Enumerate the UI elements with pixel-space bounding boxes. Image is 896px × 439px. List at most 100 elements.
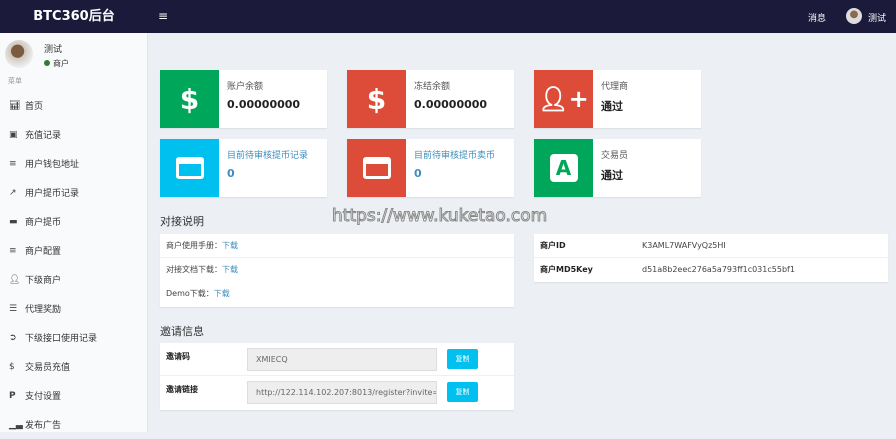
credit-card-icon: ▬ bbox=[9, 216, 18, 227]
top-header: BTC360后台 ≡ 消息 测试 bbox=[0, 0, 896, 33]
bar-chart-icon: 📊︎ bbox=[9, 100, 21, 111]
sidebar-item-recharge-records[interactable]: ▣ 充值记录 bbox=[0, 120, 148, 149]
sidebar-item-agent-rewards[interactable]: ☰ 代理奖励 bbox=[0, 294, 148, 323]
key-value: K3AML7WAFVyQz5HI bbox=[642, 241, 726, 250]
copy-link-button[interactable]: 复制 bbox=[447, 382, 478, 402]
sidebar-item-label: 商户提币 bbox=[25, 218, 62, 228]
arrow-circle-icon: ➲ bbox=[9, 332, 17, 343]
key-label: 商户ID bbox=[540, 241, 566, 250]
card-value: 0 bbox=[414, 167, 422, 180]
watermark: https://www.kuketao.com bbox=[331, 206, 548, 227]
card-label: 代理商 bbox=[601, 82, 629, 92]
doc-label: 商户使用手册： bbox=[166, 241, 222, 250]
letter-a-icon: A bbox=[534, 139, 593, 197]
card-value: 通过 bbox=[601, 100, 623, 113]
messages-link[interactable]: 消息 bbox=[808, 11, 826, 24]
sidebar-item-label: 充值记录 bbox=[25, 131, 62, 141]
copy-code-button[interactable]: 复制 bbox=[447, 349, 478, 369]
download-link[interactable]: 下载 bbox=[222, 241, 238, 250]
paypal-icon: P bbox=[9, 390, 16, 401]
sidebar-item-post-ad[interactable]: ▁▃ 发布广告 bbox=[0, 410, 148, 439]
external-link-icon: ↗ bbox=[9, 187, 17, 198]
card-label: 冻结余额 bbox=[414, 82, 451, 92]
header-user-name[interactable]: 测试 bbox=[868, 11, 886, 24]
card-agent: 👤︎+ 代理商 通过 bbox=[534, 70, 701, 128]
sidebar-item-label: 代理奖励 bbox=[25, 305, 62, 315]
sidebar-item-merchant-withdraw[interactable]: ▬ 商户提币 bbox=[0, 207, 148, 236]
clipboard-icon: ▣ bbox=[9, 129, 18, 140]
user-plus-icon: 👤︎ bbox=[9, 274, 21, 285]
sidebar-item-label: 商户配置 bbox=[25, 247, 62, 257]
dollar-icon: $ bbox=[160, 70, 219, 128]
doc-row: 商户使用手册：下载 bbox=[160, 234, 514, 258]
card-value: 0.00000000 bbox=[414, 98, 488, 111]
list-icon: ≡ bbox=[9, 158, 17, 169]
card-label[interactable]: 目前待审核提币记录 bbox=[227, 148, 308, 161]
invite-panel: 邀请码 XMIECQ 复制 邀请链接 http://122.114.102.20… bbox=[160, 343, 514, 410]
doc-row: 对接文档下载：下载 bbox=[160, 258, 514, 282]
header-avatar[interactable] bbox=[846, 8, 862, 24]
avatar bbox=[5, 40, 33, 68]
sidebar-item-label: 发布广告 bbox=[25, 421, 62, 431]
card-trader: A 交易员 通过 bbox=[534, 139, 701, 197]
dollar-icon: $ bbox=[347, 70, 406, 128]
doc-label: Demo下载： bbox=[166, 289, 214, 298]
card-value: 通过 bbox=[601, 169, 623, 182]
key-label: 商户MD5Key bbox=[540, 265, 593, 274]
sidebar: 测试 商户 菜单 📊︎ 首页 ▣ 充值记录 ≡ 用户钱包地址 ↗ 用户提币记录 ▬ 商户提… bbox=[0, 33, 148, 432]
sidebar-item-trader-recharge[interactable]: $ 交易员充值 bbox=[0, 352, 148, 381]
sidebar-item-wallet-addresses[interactable]: ≡ 用户钱包地址 bbox=[0, 149, 148, 178]
invite-link-input[interactable]: http://122.114.102.207:8013/register?inv… bbox=[247, 381, 437, 404]
sidebar-item-api-usage[interactable]: ➲ 下级接口使用记录 bbox=[0, 323, 148, 352]
invite-link-label: 邀请链接 bbox=[166, 385, 198, 394]
invite-code-label: 邀请码 bbox=[166, 352, 190, 361]
server-icon: ☰ bbox=[9, 303, 18, 314]
card-label[interactable]: 目前待审核提币卖币 bbox=[414, 148, 495, 161]
download-link[interactable]: 下载 bbox=[222, 265, 238, 274]
doc-row: Demo下载：下载 bbox=[160, 282, 514, 306]
sidebar-item-withdraw-records[interactable]: ↗ 用户提币记录 bbox=[0, 178, 148, 207]
credit-card-icon bbox=[160, 139, 219, 197]
sidebar-item-label: 下级商户 bbox=[25, 276, 62, 286]
sidebar-item-label: 下级接口使用记录 bbox=[25, 334, 98, 344]
list-icon: ≡ bbox=[9, 245, 17, 256]
sidebar-item-label: 支付设置 bbox=[25, 392, 62, 402]
key-value: d51a8b2eec276a5a793ff1c031c55bf1 bbox=[642, 265, 795, 274]
invite-title: 邀请信息 bbox=[160, 325, 204, 338]
brand-logo[interactable]: BTC360后台 bbox=[0, 0, 148, 33]
card-frozen-balance: $ 冻结余额 0.00000000 bbox=[347, 70, 514, 128]
download-link[interactable]: 下载 bbox=[214, 289, 230, 298]
card-value: 0.00000000 bbox=[227, 98, 301, 111]
docs-title: 对接说明 bbox=[160, 215, 204, 228]
invite-row: 邀请码 XMIECQ 复制 bbox=[160, 343, 514, 376]
doc-label: 对接文档下载： bbox=[166, 265, 222, 274]
menu-toggle-icon[interactable]: ≡ bbox=[158, 9, 168, 23]
docs-panel: 商户使用手册：下载 对接文档下载：下载 Demo下载：下载 bbox=[160, 234, 514, 307]
sidebar-nav: 📊︎ 首页 ▣ 充值记录 ≡ 用户钱包地址 ↗ 用户提币记录 ▬ 商户提币 ≡ 商户配置 👤… bbox=[0, 91, 148, 439]
sidebar-item-label: 首页 bbox=[25, 102, 44, 112]
user-name: 测试 bbox=[44, 45, 63, 55]
card-pending-sells[interactable]: 目前待审核提币卖币 0 bbox=[347, 139, 514, 197]
key-row: 商户MD5Key d51a8b2eec276a5a793ff1c031c55bf1 bbox=[534, 258, 888, 282]
user-role: 商户 bbox=[53, 59, 69, 68]
card-label: 账户余额 bbox=[227, 82, 264, 92]
sidebar-item-sub-merchants[interactable]: 👤︎ 下级商户 bbox=[0, 265, 148, 294]
sidebar-item-label: 用户提币记录 bbox=[25, 189, 80, 199]
user-plus-icon: 👤︎+ bbox=[534, 70, 593, 128]
invite-code-input[interactable]: XMIECQ bbox=[247, 348, 437, 371]
signal-icon: ▁▃ bbox=[9, 419, 23, 430]
user-status: 商户 bbox=[44, 58, 69, 69]
sidebar-item-label: 用户钱包地址 bbox=[25, 160, 80, 170]
card-pending-withdrawals[interactable]: 目前待审核提币记录 0 bbox=[160, 139, 327, 197]
online-dot-icon bbox=[44, 60, 50, 66]
sidebar-item-label: 交易员充值 bbox=[25, 363, 71, 373]
card-value: 0 bbox=[227, 167, 235, 180]
invite-row: 邀请链接 http://122.114.102.207:8013/registe… bbox=[160, 376, 514, 410]
card-account-balance: $ 账户余额 0.00000000 bbox=[160, 70, 327, 128]
sidebar-item-merchant-config[interactable]: ≡ 商户配置 bbox=[0, 236, 148, 265]
sidebar-item-home[interactable]: 📊︎ 首页 bbox=[0, 91, 148, 120]
dollar-icon: $ bbox=[9, 361, 15, 372]
sidebar-item-payment-settings[interactable]: P 支付设置 bbox=[0, 381, 148, 410]
key-row: 商户ID K3AML7WAFVyQz5HI bbox=[534, 234, 888, 258]
credit-card-icon bbox=[347, 139, 406, 197]
